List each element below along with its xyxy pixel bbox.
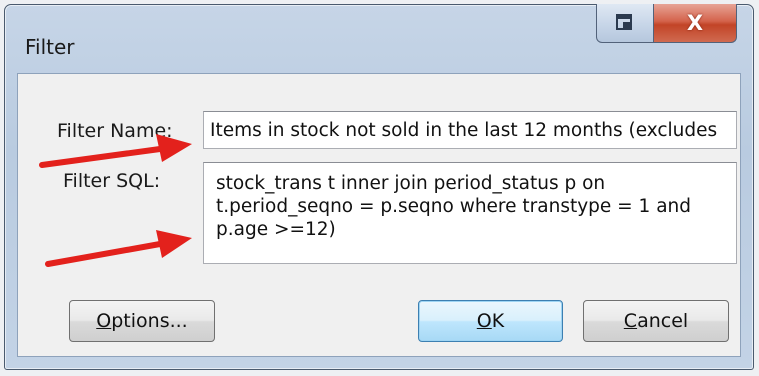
cancel-button-label: ancel (637, 310, 689, 332)
ok-button[interactable]: OK (418, 300, 563, 342)
dialog-body: Filter Name: Items in stock not sold in … (17, 73, 741, 357)
close-icon: X (686, 11, 704, 35)
cancel-button[interactable]: Cancel (583, 300, 729, 342)
ok-button-mnemonic: O (476, 310, 492, 332)
window-controls: X (596, 4, 737, 43)
options-button[interactable]: Options... (69, 300, 215, 342)
restore-button[interactable] (596, 4, 654, 43)
filter-sql-textarea[interactable]: stock_trans t inner join period_status p… (203, 162, 737, 264)
cancel-button-mnemonic: C (623, 310, 638, 332)
filter-dialog: Filter X Filter Name: Items in stock not… (4, 4, 754, 370)
filter-sql-label: Filter SQL: (63, 170, 161, 192)
ok-button-label: K (491, 310, 505, 332)
options-button-label: ptions... (111, 310, 188, 332)
title-bar: Filter X (5, 4, 753, 73)
options-button-mnemonic: O (96, 310, 112, 332)
restore-window-icon (616, 14, 632, 30)
filter-name-label: Filter Name: (57, 120, 173, 142)
close-button[interactable]: X (654, 4, 737, 43)
filter-name-input[interactable]: Items in stock not sold in the last 12 m… (203, 111, 737, 149)
window-title: Filter (25, 35, 75, 59)
